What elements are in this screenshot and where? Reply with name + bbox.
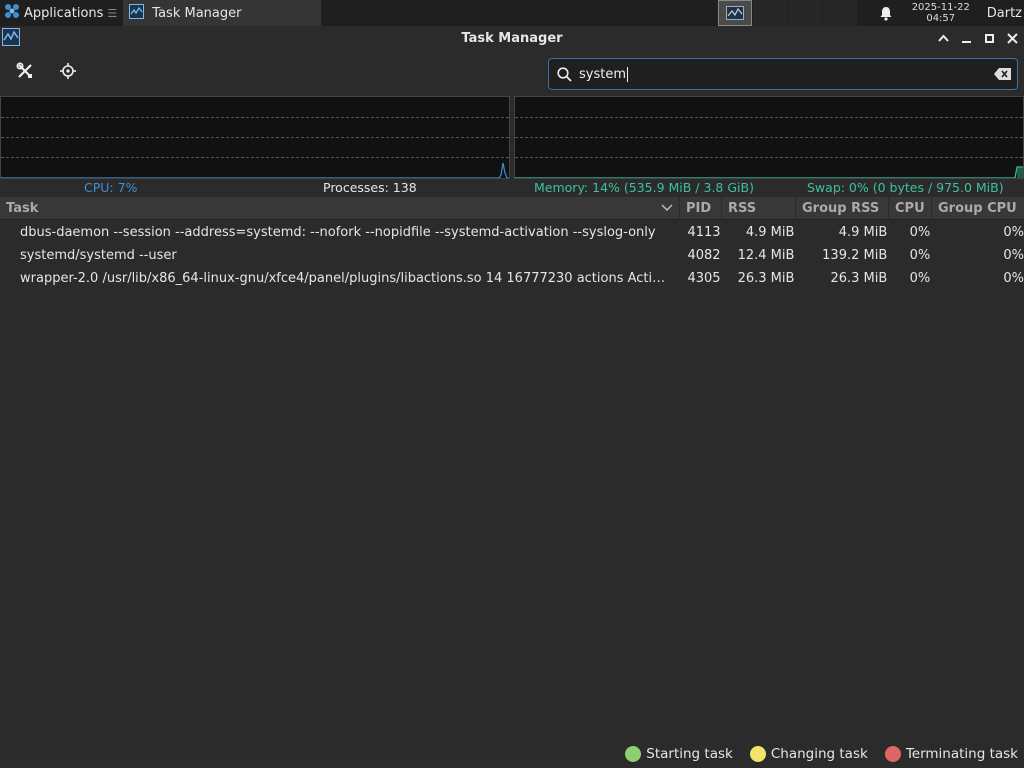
task-group-cpu: 0% xyxy=(1003,271,1024,286)
task-state-legend: Starting task Changing task Terminating … xyxy=(0,740,1024,768)
search-icon xyxy=(549,66,579,82)
clock-time: 04:57 xyxy=(926,13,956,24)
xfce-logo-icon xyxy=(4,3,20,23)
task-rss: 26.3 MiB xyxy=(737,271,795,286)
legend-terminating-label: Terminating task xyxy=(905,746,1018,762)
clear-search-icon[interactable] xyxy=(987,68,1017,80)
taskbar-label: Task Manager xyxy=(152,5,242,21)
cpu-graph-line xyxy=(1,162,509,178)
column-header-rss[interactable]: RSS xyxy=(722,197,796,220)
clock[interactable]: 2025-11-22 04:57 xyxy=(901,2,981,24)
task-cpu: 0% xyxy=(909,248,931,263)
task-group-rss: 26.3 MiB xyxy=(830,271,888,286)
cpu-graph xyxy=(0,96,510,179)
task-pid: 4305 xyxy=(687,271,721,286)
task-cpu: 0% xyxy=(909,271,931,286)
window-title: Task Manager xyxy=(461,30,563,46)
processes-status: Processes: 138 xyxy=(323,180,417,195)
swap-status: Swap: 0% (0 bytes / 975.0 MiB) xyxy=(807,180,1004,195)
memory-graph xyxy=(514,96,1024,179)
window-app-icon xyxy=(2,28,20,50)
task-list: dbus-daemon --session --address=systemd:… xyxy=(0,221,1024,290)
task-group-rss: 139.2 MiB xyxy=(822,248,888,263)
identify-window-button[interactable] xyxy=(53,58,83,88)
notification-bell-icon[interactable] xyxy=(871,0,901,26)
task-group-rss: 4.9 MiB xyxy=(838,225,888,240)
cpu-status: CPU: 7% xyxy=(84,180,138,195)
memory-graph-line xyxy=(515,166,1023,178)
taskbar-button-task-manager[interactable]: Task Manager xyxy=(123,0,322,26)
table-row[interactable]: wrapper-2.0 /usr/lib/x86_64-linux-gnu/xf… xyxy=(0,267,1024,290)
terminating-dot-icon xyxy=(884,746,901,762)
task-group-cpu: 0% xyxy=(1003,248,1024,263)
task-pid: 4113 xyxy=(687,225,721,240)
minimize-icon[interactable] xyxy=(959,31,974,46)
starting-dot-icon xyxy=(625,746,642,762)
applications-label: Applications xyxy=(24,5,104,21)
task-name: wrapper-2.0 /usr/lib/x86_64-linux-gnu/xf… xyxy=(20,271,674,286)
window-titlebar[interactable]: Task Manager xyxy=(0,26,1024,50)
workspace-2[interactable] xyxy=(752,0,787,26)
legend-terminating: Terminating task xyxy=(884,746,1018,762)
legend-starting: Starting task xyxy=(625,746,733,762)
workspace-3[interactable] xyxy=(787,0,822,26)
legend-changing-label: Changing task xyxy=(770,746,868,762)
tools-icon xyxy=(16,62,34,84)
changing-dot-icon xyxy=(749,746,766,762)
workspace-1[interactable] xyxy=(717,0,752,26)
column-header-group-cpu[interactable]: Group CPU xyxy=(932,197,1024,220)
table-row[interactable]: systemd/systemd --user 4082 12.4 MiB 139… xyxy=(0,244,1024,267)
column-header-group-rss[interactable]: Group RSS xyxy=(796,197,889,220)
task-rss: 12.4 MiB xyxy=(737,248,795,263)
task-group-cpu: 0% xyxy=(1003,225,1024,240)
task-manager-icon xyxy=(129,3,145,23)
column-header-task[interactable]: Task xyxy=(0,197,680,220)
task-cpu: 0% xyxy=(909,225,931,240)
crosshair-icon xyxy=(60,63,76,83)
task-name: systemd/systemd --user xyxy=(20,248,177,263)
close-icon[interactable] xyxy=(1005,31,1020,46)
column-header-cpu[interactable]: CPU xyxy=(889,197,932,220)
column-header-pid[interactable]: PID xyxy=(680,197,722,220)
workspace-4[interactable] xyxy=(822,0,857,26)
legend-changing: Changing task xyxy=(749,746,868,762)
maximize-icon[interactable] xyxy=(982,31,997,46)
task-pid: 4082 xyxy=(687,248,721,263)
toolbar: system xyxy=(0,50,1024,96)
sort-chevron-down-icon xyxy=(661,197,673,220)
search-value: system xyxy=(579,66,626,82)
applications-menu[interactable]: Applications ☰ xyxy=(0,0,121,26)
search-field[interactable]: system xyxy=(548,58,1018,90)
legend-starting-label: Starting task xyxy=(646,746,733,762)
header-task-label: Task xyxy=(6,201,39,216)
workspace-switcher xyxy=(717,0,857,26)
table-row[interactable]: dbus-daemon --session --address=systemd:… xyxy=(0,221,1024,244)
settings-button[interactable] xyxy=(10,58,40,88)
task-rss: 4.9 MiB xyxy=(745,225,795,240)
search-input[interactable]: system xyxy=(579,66,987,82)
table-header: Task PID RSS Group RSS CPU Group CPU xyxy=(0,197,1024,220)
top-panel: Applications ☰ Task Manager 2025-11-22 0… xyxy=(0,0,1024,26)
task-name: dbus-daemon --session --address=systemd:… xyxy=(20,225,656,240)
user-menu[interactable]: Dartz xyxy=(981,6,1024,21)
clock-date: 2025-11-22 xyxy=(911,2,970,13)
shade-icon[interactable] xyxy=(936,31,951,46)
memory-status: Memory: 14% (535.9 MiB / 3.8 GiB) xyxy=(534,180,754,195)
menu-separator-icon: ☰ xyxy=(107,6,118,20)
